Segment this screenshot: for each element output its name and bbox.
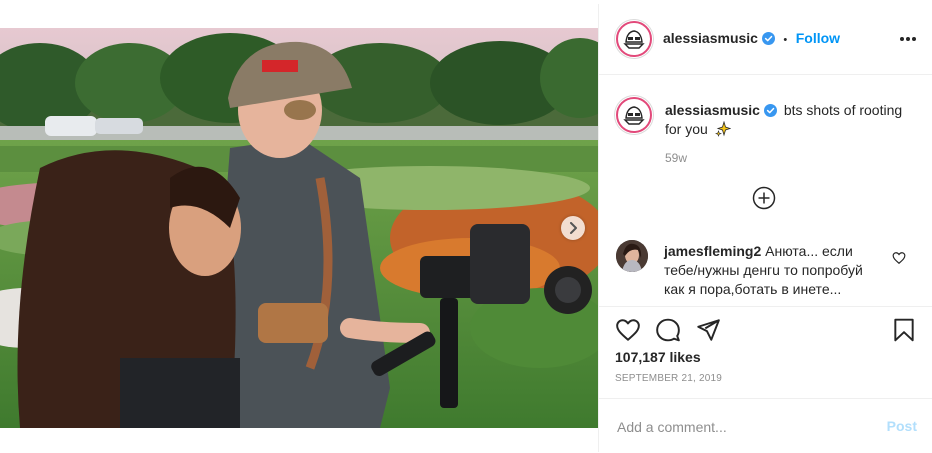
post-header: alessiasmusic • Follow <box>599 4 932 75</box>
post-actions <box>599 306 932 347</box>
author-avatar-image <box>616 21 652 57</box>
follow-button[interactable]: Follow <box>796 30 840 46</box>
more-options-button[interactable] <box>899 26 917 47</box>
post-container: alessiasmusic • Follow alessiasmusic bts… <box>0 4 932 452</box>
heart-icon <box>892 252 906 265</box>
commenter-avatar[interactable] <box>616 240 648 272</box>
verified-badge-icon <box>761 32 775 45</box>
sparkles-emoji-icon <box>714 120 731 137</box>
caption: alessiasmusic bts shots of rooting for y… <box>665 101 905 139</box>
author-avatar[interactable] <box>615 20 653 58</box>
header-separator: • <box>783 34 788 46</box>
caption-avatar[interactable] <box>615 96 653 134</box>
plus-circle-icon <box>752 186 776 210</box>
comment-button[interactable] <box>655 317 681 343</box>
share-button[interactable] <box>695 317 721 343</box>
comment: jamesfleming2 Анюта... если тебе/нужны д… <box>664 242 886 299</box>
caption-avatar-image <box>616 97 652 133</box>
author-line: alessiasmusic • Follow <box>663 30 840 48</box>
save-button[interactable] <box>891 317 917 343</box>
commenter-avatar-image <box>616 240 648 272</box>
more-horizontal-icon <box>900 37 916 41</box>
bookmark-icon <box>894 318 914 342</box>
comment-username[interactable]: jamesfleming2 <box>664 243 761 259</box>
caption-username[interactable]: alessiasmusic <box>665 102 760 118</box>
carousel-next-button[interactable] <box>561 216 585 240</box>
post-media[interactable] <box>0 28 598 428</box>
post-photo <box>0 28 598 428</box>
caption-age[interactable]: 59w <box>665 151 687 165</box>
author-username[interactable]: alessiasmusic <box>663 30 758 46</box>
post-side-panel: alessiasmusic • Follow alessiasmusic bts… <box>598 4 932 452</box>
load-more-comments-button[interactable] <box>752 186 776 210</box>
comment-input[interactable] <box>615 415 869 439</box>
like-button[interactable] <box>615 317 641 343</box>
verified-badge-icon <box>763 104 777 117</box>
post-date[interactable]: SEPTEMBER 21, 2019 <box>615 373 722 384</box>
likes-count[interactable]: 107,187 likes <box>615 349 701 365</box>
add-comment-bar: Post <box>599 398 932 453</box>
heart-icon <box>616 319 640 341</box>
paper-plane-icon <box>697 319 720 341</box>
chevron-right-icon <box>570 222 577 234</box>
post-comment-button[interactable]: Post <box>887 418 917 434</box>
comment-icon <box>656 318 680 342</box>
comment-like-button[interactable] <box>892 251 906 265</box>
